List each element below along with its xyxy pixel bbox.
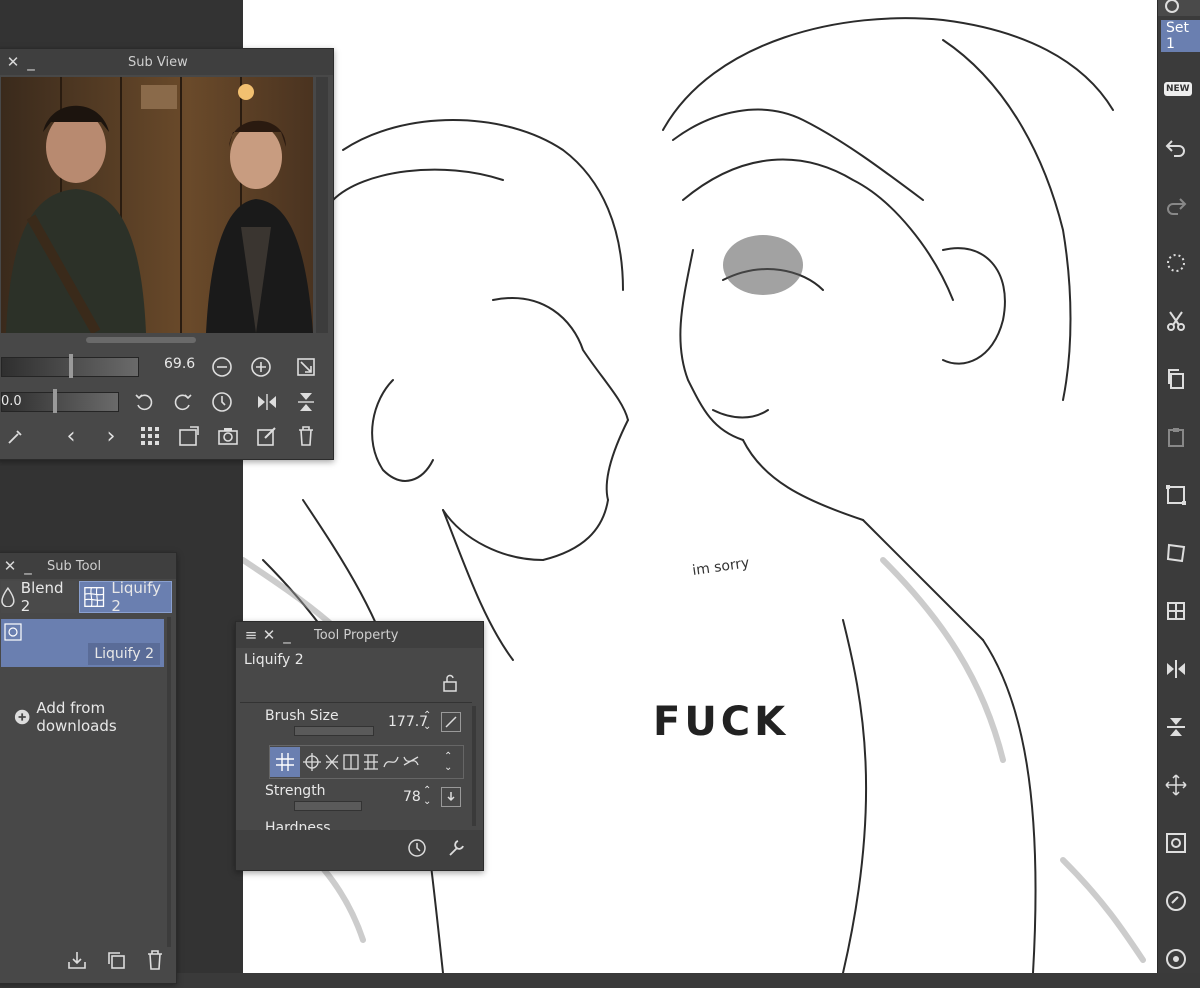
add-from-downloads-button[interactable]: Add from downloads [14,699,176,735]
delete-icon[interactable] [140,945,170,975]
new-badge: NEW [1164,82,1192,96]
undo-icon[interactable] [1158,118,1200,176]
rotate-left-icon[interactable] [129,387,159,417]
sub-tool-panel: ✕ _ Sub Tool Blend 2 Liquify 2 Liquify 2… [0,552,177,984]
sub-view-h-scrollbar[interactable] [86,337,196,343]
tool-property-title: Tool Property [314,627,399,643]
strength-value[interactable]: 78 [403,789,421,805]
copy-icon[interactable] [1158,350,1200,408]
divider [240,702,472,703]
sub-tool-scrollbar[interactable] [167,617,171,947]
next-icon[interactable]: › [96,421,126,451]
sub-tool-item-label: Liquify 2 [88,643,160,665]
pen-pressure-icon[interactable] [441,712,461,732]
rotation-value: 0.0 [1,394,22,409]
tab-blend-2[interactable]: Blend 2 [1,579,77,615]
cut-icon[interactable] [1158,292,1200,350]
minimize-icon[interactable]: _ [19,557,37,575]
add-circle-icon [14,709,30,725]
brush-size-slider[interactable] [294,726,374,736]
grid-icon[interactable] [135,421,165,451]
previous-icon[interactable]: ‹ [56,421,86,451]
tab-liquify-2[interactable]: Liquify 2 [79,579,172,615]
brush-size-label: Brush Size [265,708,339,724]
liquify-mode-selector[interactable]: ⌃ ⌄ [269,745,464,779]
sub-tool-titlebar[interactable]: ✕ _ Sub Tool [0,553,176,579]
strength-label: Strength [265,783,326,799]
redo-icon[interactable] [1158,176,1200,234]
free-transform-icon[interactable] [1158,524,1200,582]
rotate-view-icon[interactable] [1158,872,1200,930]
strength-stepper[interactable]: ⌃ ⌄ [423,785,431,807]
rotate-right-icon[interactable] [168,387,198,417]
zoom-value: 69.6 [164,356,196,372]
zoom-out-icon[interactable] [207,352,237,382]
flip-vertical-icon[interactable] [1158,698,1200,756]
search-icon[interactable] [1158,0,1200,16]
tool-property-titlebar[interactable]: ≡ ✕ _ Tool Property [236,622,483,648]
transform-icon[interactable] [1158,466,1200,524]
delete-icon[interactable] [291,421,321,451]
brush-size-stepper[interactable]: ⌃ ⌄ [423,710,431,732]
reset-icon[interactable] [402,833,432,863]
close-icon[interactable]: ✕ [260,626,278,644]
flip-horizontal-icon[interactable] [1158,640,1200,698]
mode-push-icon[interactable] [270,747,300,777]
zoom-in-icon[interactable] [246,352,276,382]
unlock-icon[interactable] [442,674,458,696]
liquify-mode-icons[interactable] [302,751,442,773]
flip-horizontal-icon[interactable] [252,387,282,417]
settings-wrench-icon[interactable] [441,833,471,863]
fit-view-icon[interactable] [291,352,321,382]
reference-image[interactable] [1,77,313,333]
liquify-icon [84,587,105,607]
liquify-icon [4,623,22,641]
sub-view-title: Sub View [128,54,188,70]
loading-icon[interactable] [1158,234,1200,292]
zoom-slider-handle[interactable] [69,354,73,378]
close-icon[interactable]: ✕ [4,53,22,71]
menu-icon[interactable]: ≡ [242,626,260,644]
mesh-transform-icon[interactable] [1158,582,1200,640]
tab-liquify-2-label: Liquify 2 [111,579,161,615]
minimize-icon[interactable]: _ [278,626,296,644]
add-from-downloads-label: Add from downloads [36,699,117,735]
rotation-slider-handle[interactable] [53,389,57,413]
import-image-icon[interactable] [174,421,204,451]
command-bar: Set 1 NEW [1157,0,1200,973]
close-icon[interactable]: ✕ [1,557,19,575]
strength-pressure-icon[interactable] [441,787,461,807]
sub-view-scrollbar[interactable] [316,77,328,333]
strength-slider[interactable] [294,801,362,811]
mode-stepper[interactable]: ⌃ ⌄ [444,751,452,773]
hardness-label: Hardness [265,820,331,830]
download-icon[interactable] [62,945,92,975]
sub-tool-title: Sub Tool [47,558,102,574]
handwritten-note-sorry: im sorry [691,555,750,579]
blend-icon [1,587,15,607]
tool-property-panel: ≡ ✕ _ Tool Property Liquify 2 Brush Size… [235,621,484,871]
eyedropper-icon[interactable] [1,421,31,451]
select-icon[interactable] [1158,930,1200,988]
sub-view-panel: ✕ _ Sub View 69.6 0.0 ‹ › [0,48,334,460]
reset-rotation-icon[interactable] [207,387,237,417]
fill-icon[interactable] [1158,814,1200,872]
duplicate-icon[interactable] [101,945,131,975]
camera-icon[interactable] [213,421,243,451]
move-icon[interactable] [1158,756,1200,814]
sub-tool-item-liquify-2[interactable]: Liquify 2 [1,619,164,667]
handwritten-word: FUCK [653,699,789,745]
set-tab[interactable]: Set 1 [1161,20,1200,52]
tool-property-scrollbar[interactable] [472,706,476,826]
new-badge-icon[interactable]: NEW [1158,60,1200,118]
paste-icon[interactable] [1158,408,1200,466]
sub-view-titlebar[interactable]: ✕ _ Sub View [0,49,333,75]
edit-icon[interactable] [252,421,282,451]
preset-name: Liquify 2 [244,652,304,668]
flip-vertical-icon[interactable] [291,387,321,417]
minimize-icon[interactable]: _ [22,53,40,71]
tab-blend-2-label: Blend 2 [20,579,64,615]
